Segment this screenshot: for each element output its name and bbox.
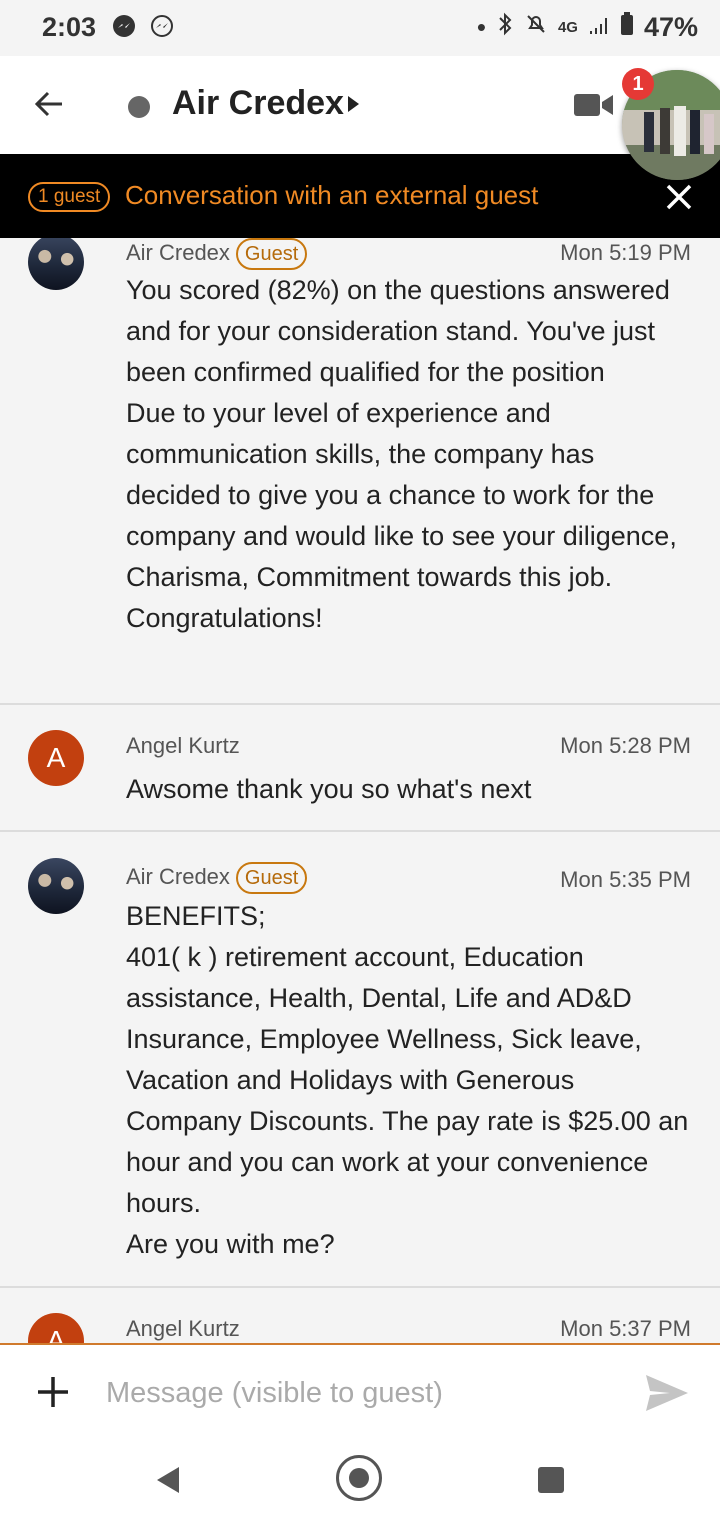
details-caret-icon[interactable] [348,96,359,112]
status-time: 2:03 [42,12,97,42]
message-item: A Angel Kurtz Mon 5:28 PM Awsome thank y… [0,705,720,830]
system-nav-bar [0,1441,720,1520]
sender-avatar[interactable]: A [28,730,84,786]
message-line: BENEFITS; [126,901,266,931]
message-list[interactable]: Air Credex Guest Mon 5:19 PM You scored (… [0,238,720,1343]
nav-back-icon[interactable] [155,1465,181,1500]
sender-name: Angel Kurtz [126,1316,240,1341]
mute-icon [524,12,548,43]
message-body: Awsome thank you so what's next [126,769,696,810]
guest-tag: Guest [235,862,308,894]
guest-tag: Guest [235,238,308,270]
message-line: 401( k ) retirement account, Education a… [126,942,689,1218]
message-time: Mon 5:28 PM [560,733,691,758]
message-line: Are you with me? [126,1229,335,1259]
sender-avatar[interactable] [28,858,84,914]
battery-icon [620,12,634,43]
nav-home-icon[interactable] [336,1455,382,1501]
signal-icon [588,12,610,43]
guest-count-pill: 1 guest [28,182,111,212]
messenger-outline-icon [150,14,174,43]
sender-avatar[interactable] [28,238,84,290]
guest-banner: 1 guest Conversation with an external gu… [0,154,720,238]
message-time: Mon 5:37 PM [560,1316,691,1341]
sender-name: Air Credex Guest [126,238,308,270]
video-call-icon[interactable] [574,92,614,118]
message-item: A Angel Kurtz Mon 5:37 PM [0,1288,720,1343]
sender-name: Angel Kurtz [126,733,240,758]
message-line: You scored (82%) on the questions answer… [126,275,670,387]
sender-avatar[interactable]: A [28,1313,84,1343]
message-composer [0,1343,720,1443]
message-body: BENEFITS; 401( k ) retirement account, E… [126,896,696,1265]
sender-name: Air Credex Guest [126,862,308,894]
sender-name-text: Air Credex [126,239,230,265]
message-item: Air Credex Guest Mon 5:19 PM You scored (… [0,238,720,702]
message-body: You scored (82%) on the questions answer… [126,270,696,639]
dot-icon: • [476,12,486,42]
conversation-header: Air Credex [0,56,720,154]
message-line: Awsome thank you so what's next [126,774,532,804]
message-time: Mon 5:35 PM [560,867,691,892]
message-item: Air Credex Guest Mon 5:35 PM BENEFITS; 40… [0,832,720,1286]
status-bar: 2:03 • 4G 47% [0,0,720,56]
network-label: 4G [557,19,578,36]
notification-badge: 1 [622,68,654,100]
status-icons: • 4G 47% [477,12,698,43]
battery-percent: 47% [643,12,698,42]
bluetooth-icon [496,12,514,43]
send-icon[interactable] [644,1373,690,1413]
messenger-icon [112,14,136,43]
nav-recents-icon[interactable] [538,1467,564,1493]
close-icon[interactable] [664,182,694,212]
message-input[interactable] [104,1367,608,1419]
guest-banner-text: Conversation with an external guest [125,180,539,210]
message-line: Due to your level of experience and comm… [126,398,677,633]
conversation-title[interactable]: Air Credex [172,84,344,123]
message-time: Mon 5:19 PM [560,240,691,265]
add-attachment-icon[interactable] [36,1375,70,1409]
presence-dot-icon [128,96,150,118]
sender-name-text: Air Credex [126,863,230,889]
back-arrow-icon[interactable] [30,84,70,124]
